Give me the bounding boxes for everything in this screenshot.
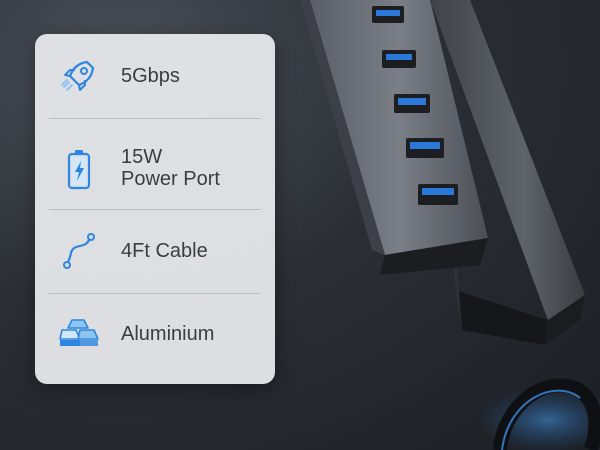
usb-port	[418, 184, 458, 205]
cable-icon	[57, 229, 101, 273]
feature-card: 5Gbps 15W Power Port 4Ft Cable Aluminium	[35, 34, 275, 384]
feature-label-power-watt: 15W	[121, 146, 163, 168]
metal-ingots-icon	[57, 312, 101, 356]
feature-row-cable: 4Ft Cable	[35, 229, 275, 273]
divider	[49, 118, 261, 119]
divider	[49, 209, 261, 210]
feature-label-power-port: Power Port	[121, 168, 220, 190]
feature-row-material: Aluminium	[35, 312, 275, 356]
feature-label-cable: 4Ft Cable	[121, 240, 208, 262]
usb-port	[406, 138, 444, 158]
usb-port	[372, 6, 404, 23]
feature-label-speed: 5Gbps	[121, 65, 180, 87]
cable	[478, 378, 600, 450]
feature-row-speed: 5Gbps	[35, 54, 275, 98]
battery-charging-icon	[57, 144, 101, 194]
rocket-icon	[57, 54, 101, 98]
usb-port	[394, 94, 430, 113]
feature-row-power: 15W Power Port	[35, 144, 275, 194]
feature-label-material: Aluminium	[121, 323, 215, 345]
product-scene: 5Gbps 15W Power Port 4Ft Cable Aluminium	[0, 0, 600, 450]
usb-port	[382, 50, 416, 68]
divider	[49, 293, 261, 294]
